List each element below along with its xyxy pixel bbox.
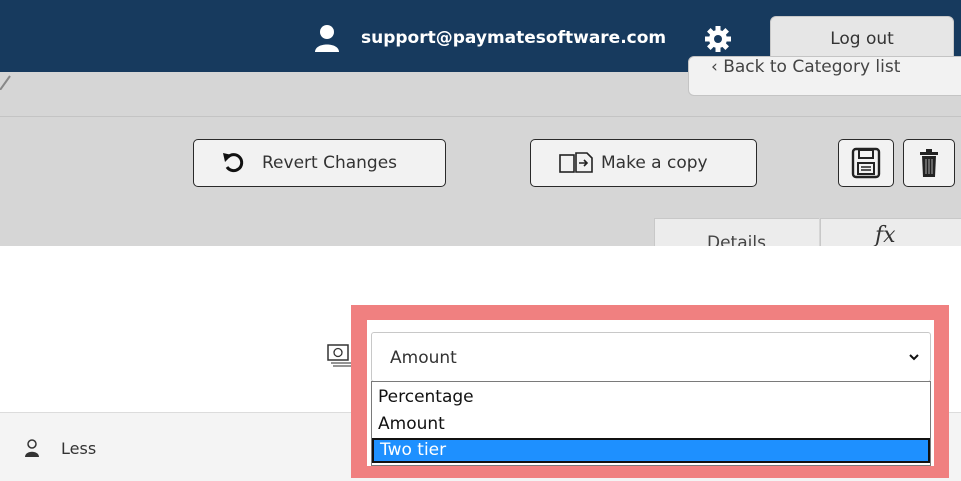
undo-icon	[223, 153, 244, 173]
chevron-down-icon	[909, 354, 919, 361]
less-toggle[interactable]: Less	[61, 439, 96, 458]
fee-type-options: Percentage Amount Two tier	[371, 381, 931, 466]
option-amount[interactable]: Amount	[372, 412, 930, 437]
copy-icon	[559, 152, 593, 173]
collapse-corner-icon	[0, 75, 11, 90]
toolbar-divider	[0, 116, 961, 117]
delete-button[interactable]	[903, 139, 955, 187]
user-icon	[315, 25, 339, 52]
copy-label: Make a copy	[601, 153, 708, 173]
revert-label: Revert Changes	[262, 153, 398, 173]
person-icon	[25, 439, 39, 457]
save-icon	[851, 147, 881, 179]
account-email: support@paymatesoftware.com	[361, 28, 667, 48]
tab-formula-label: fx	[875, 223, 896, 248]
select-value: Amount	[390, 348, 457, 368]
trash-icon	[920, 149, 938, 177]
gear-icon[interactable]	[704, 25, 732, 53]
back-to-category-link[interactable]: ‹ Back to Category list	[688, 56, 961, 96]
option-two-tier[interactable]: Two tier	[372, 438, 930, 463]
option-percentage[interactable]: Percentage	[372, 385, 930, 410]
make-copy-button[interactable]: Make a copy	[530, 139, 757, 187]
save-button[interactable]	[838, 139, 894, 187]
fee-type-select[interactable]: Amount	[371, 332, 931, 382]
revert-changes-button[interactable]: Revert Changes	[193, 139, 446, 187]
money-icon	[327, 344, 352, 367]
back-link-label: ‹ Back to Category list	[711, 57, 901, 77]
